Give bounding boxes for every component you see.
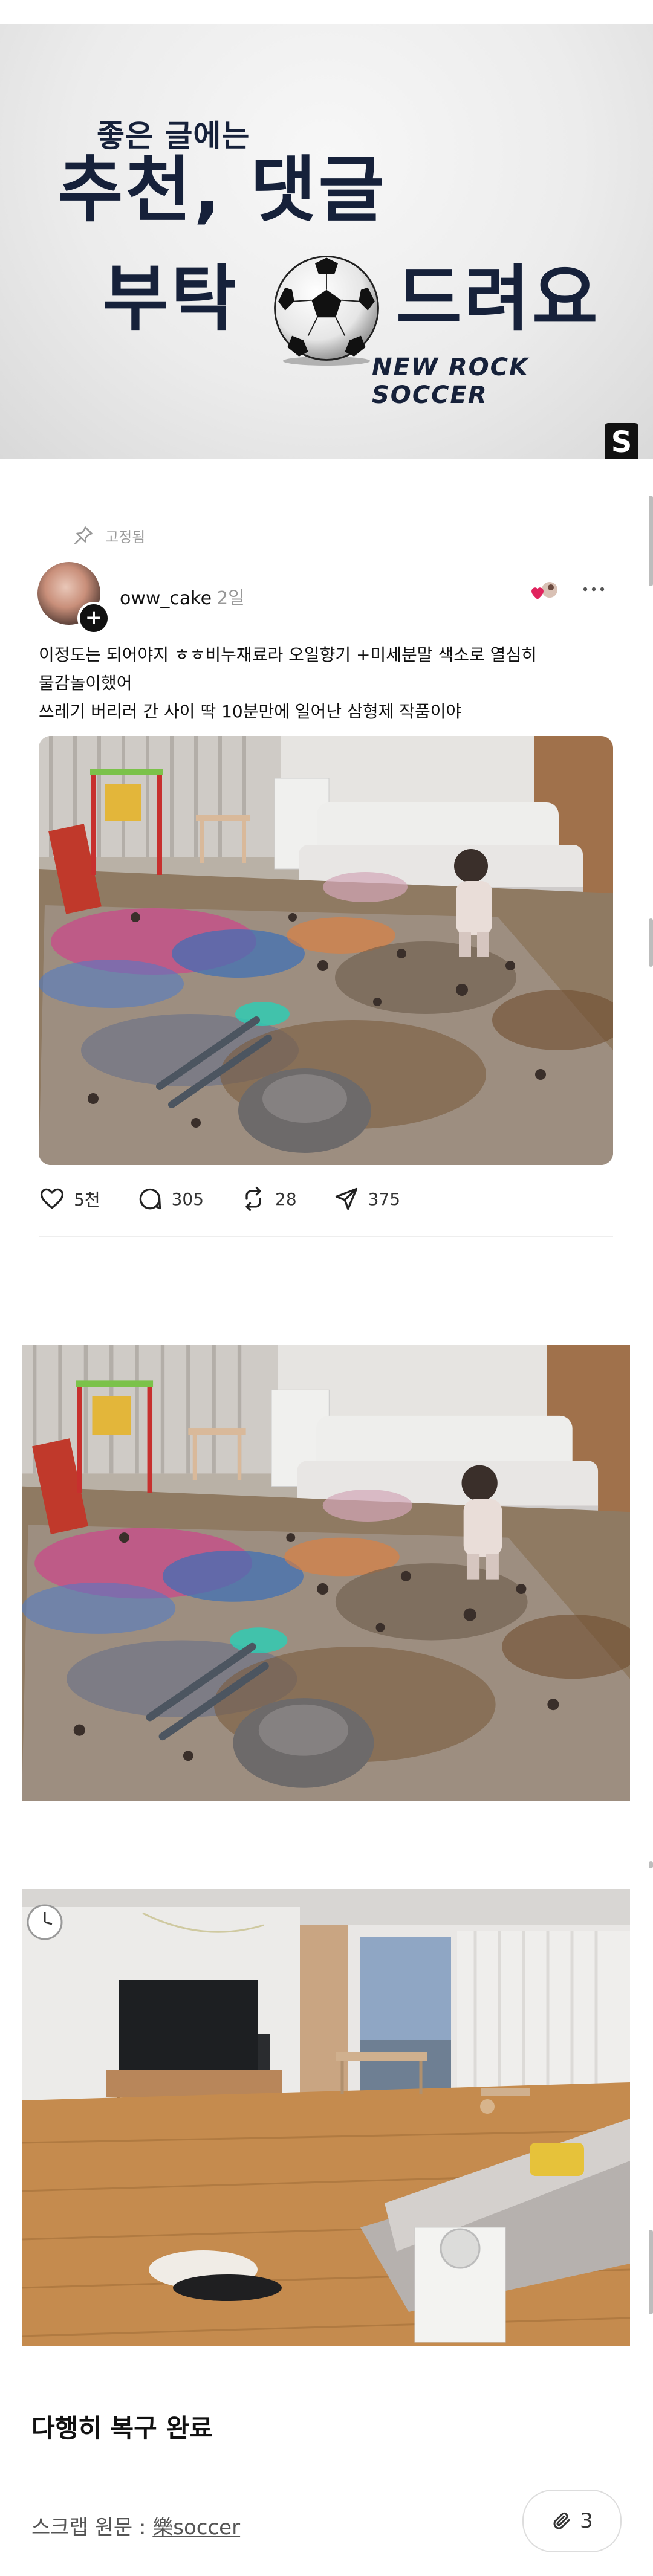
article-image-restored-room[interactable] bbox=[22, 1889, 630, 2346]
banner-line-2-right: 드려요 bbox=[396, 257, 600, 340]
site-logo[interactable]: S bbox=[605, 423, 638, 459]
scrap-label: 스크랩 원문 : bbox=[31, 2516, 153, 2540]
attachment-count: 3 bbox=[580, 2509, 593, 2533]
plus-icon[interactable]: + bbox=[77, 602, 110, 634]
banner-brand: NEW ROCK SOCCER bbox=[372, 353, 530, 409]
scrollbar-thumb[interactable] bbox=[649, 2230, 653, 2314]
banner-line-1: 추천, 댓글 bbox=[57, 148, 387, 231]
restored-room-photo bbox=[22, 1889, 630, 2346]
scrap-source: 스크랩 원문 : 樂soccer bbox=[31, 2511, 240, 2540]
post-text-line: 이정도는 되어야지 ㅎㅎ비누재료라 오일향기 +미세분말 색소로 열심히 bbox=[39, 645, 537, 665]
post-time: 2일 bbox=[216, 588, 245, 609]
share-button[interactable]: 375 bbox=[333, 1186, 400, 1212]
pinned-indicator: 고정됨 bbox=[73, 525, 145, 546]
more-icon[interactable] bbox=[582, 583, 606, 595]
scrap-source-link[interactable]: 樂soccer bbox=[152, 2516, 240, 2540]
soccer-ball-icon bbox=[274, 256, 379, 366]
paperclip-icon bbox=[553, 2512, 570, 2529]
share-count: 375 bbox=[368, 1189, 401, 1209]
pinned-label: 고정됨 bbox=[105, 528, 146, 546]
article-image-paint[interactable] bbox=[22, 1345, 630, 1801]
post-body: 이정도는 되어야지 ㅎㅎ비누재료라 오일향기 +미세분말 색소로 열심히 물감놀… bbox=[39, 641, 613, 726]
comment-icon bbox=[139, 1188, 161, 1210]
attachment-button[interactable]: 3 bbox=[522, 2490, 622, 2552]
pin-icon bbox=[74, 526, 93, 544]
heart-icon bbox=[40, 1188, 64, 1209]
banner-line-2-left: 부탁 bbox=[103, 257, 239, 340]
promo-banner: 좋은 글에는 추천, 댓글 부탁 드려요 NEW ROCK SOCCER S bbox=[0, 24, 653, 459]
repost-icon bbox=[245, 1187, 261, 1211]
post-text-line: 쓰레기 버리러 간 사이 딱 10분만에 일어난 삼형제 작품이야 bbox=[39, 702, 462, 721]
paint-mess-photo bbox=[39, 736, 613, 1165]
divider bbox=[39, 1236, 613, 1237]
paint-mess-photo bbox=[22, 1345, 630, 1801]
post-text-line: 물감놀이했어 bbox=[39, 673, 132, 693]
post-author[interactable]: oww_cake 2일 bbox=[120, 583, 245, 610]
share-icon bbox=[335, 1187, 357, 1210]
liker-avatars[interactable] bbox=[529, 579, 563, 603]
like-button[interactable]: 5천 bbox=[39, 1186, 100, 1212]
comment-count: 305 bbox=[171, 1189, 204, 1209]
scrollbar-thumb[interactable] bbox=[649, 918, 653, 967]
like-count: 5천 bbox=[74, 1190, 100, 1210]
comment-button[interactable]: 305 bbox=[137, 1186, 204, 1212]
username[interactable]: oww_cake bbox=[120, 588, 212, 609]
post-actions: 5천 305 28 375 bbox=[39, 1186, 437, 1212]
post-image[interactable] bbox=[39, 736, 613, 1165]
heart-icon bbox=[531, 587, 544, 599]
repost-button[interactable]: 28 bbox=[240, 1186, 297, 1212]
scrollbar-thumb[interactable] bbox=[649, 1861, 653, 1868]
repost-count: 28 bbox=[275, 1189, 297, 1209]
article-caption: 다행히 복구 완료 bbox=[31, 2413, 213, 2443]
scrollbar-thumb[interactable] bbox=[649, 496, 653, 586]
